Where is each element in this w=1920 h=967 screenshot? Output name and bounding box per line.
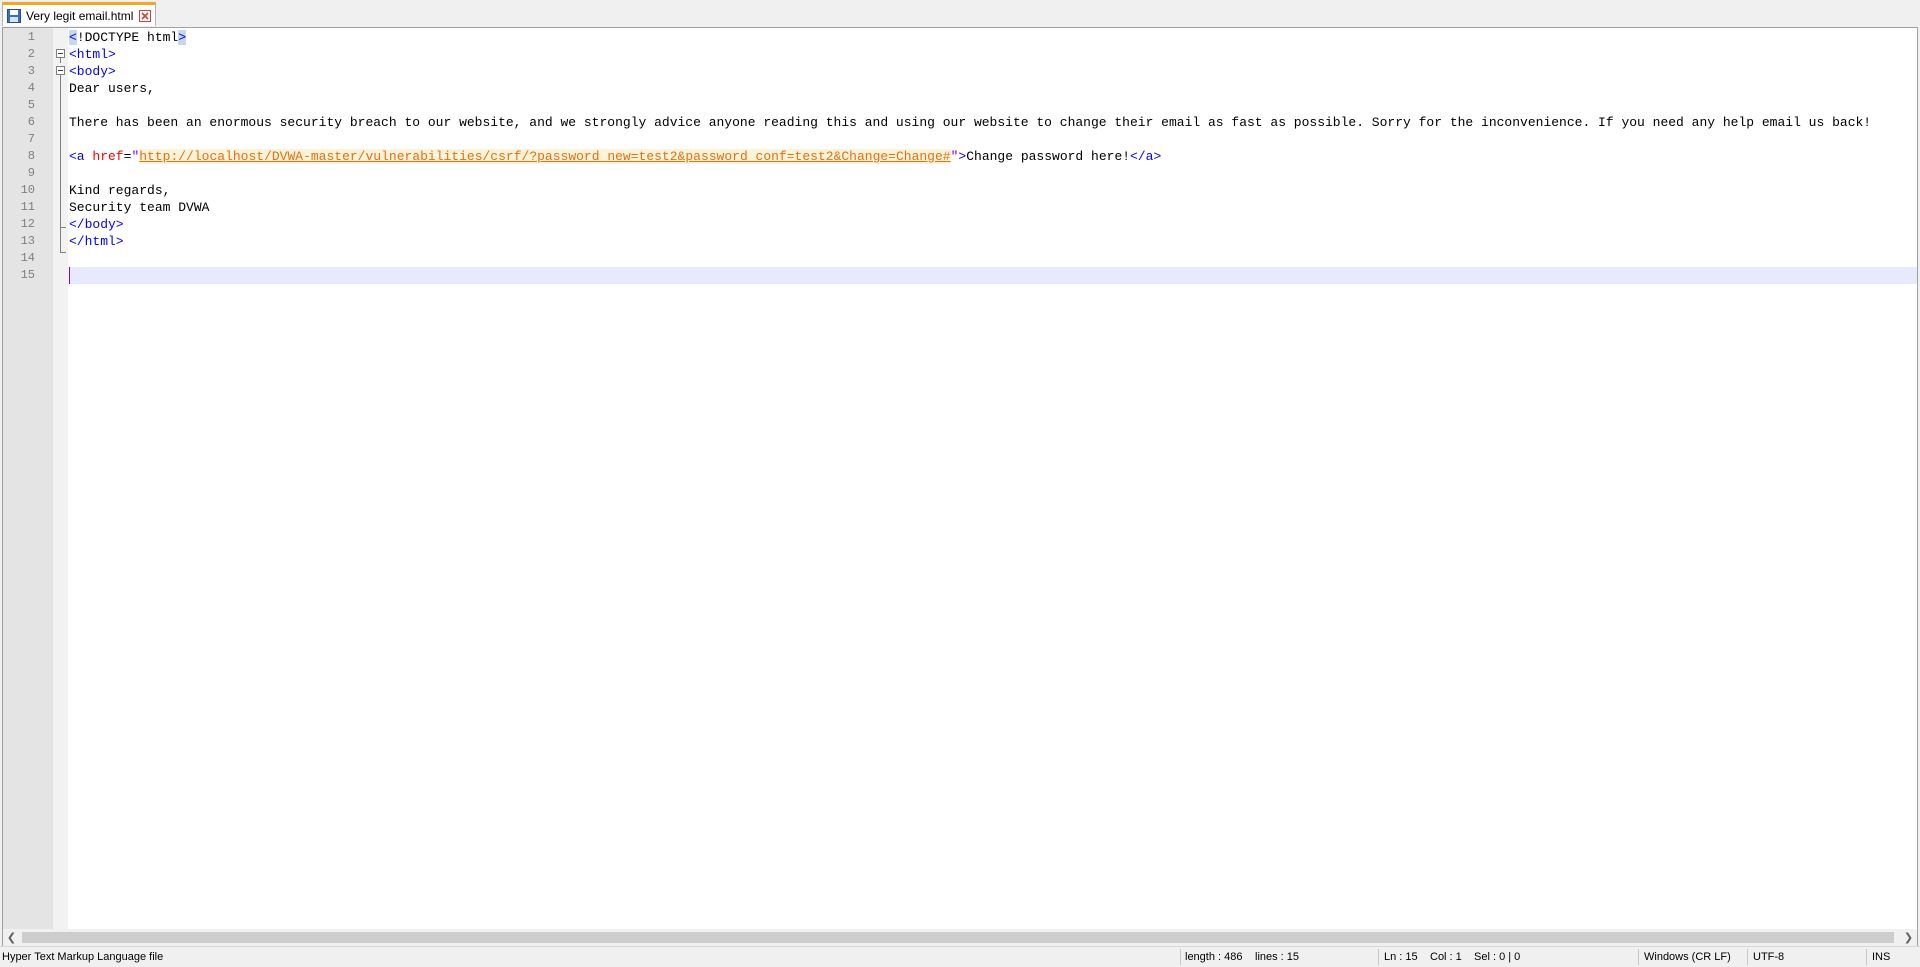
status-length: length : 486 [1185,951,1243,963]
status-insert-mode: INS [1872,951,1891,963]
status-ln: Ln : 15 [1384,951,1418,963]
doctype-close: > [178,30,187,45]
code-editor[interactable]: 1 2 3 4 5 6 7 8 9 10 11 12 13 14 15 <!DO… [2,27,1918,929]
fold-end-body [60,227,66,228]
tab-label: Very legit email.html [26,8,134,23]
status-encoding: UTF-8 [1753,951,1785,963]
status-divider [1180,949,1181,965]
code-line-13: </html> [69,233,1917,250]
anchor-open: <a [69,149,93,164]
status-lines: lines : 15 [1255,951,1300,963]
scrollbar-thumb[interactable] [22,932,1894,943]
fold-toggle-html[interactable] [56,49,65,58]
close-icon[interactable] [139,9,152,22]
line-number: 11 [20,200,35,214]
doctype-text: !DOCTYPE html [76,30,179,45]
status-bar: Hyper Text Markup Language file length :… [0,946,1920,967]
current-line-highlight [69,267,1917,284]
status-eol: Windows (CR LF) [1644,951,1731,963]
status-divider [1866,949,1867,965]
line-number: 3 [27,64,35,78]
line-number: 10 [20,183,35,197]
status-divider [1747,949,1748,965]
code-line-4: Dear users, [69,80,1917,97]
tab-very-legit-email[interactable]: Very legit email.html [2,2,157,26]
code-line-1: <!DOCTYPE html> [69,29,1917,46]
fold-toggle-body[interactable] [56,66,65,75]
fold-line [60,58,61,63]
closing-text: Kind regards, [69,183,171,198]
code-line-11: Security team DVWA [69,199,1917,216]
link-text: Change password here! [966,149,1131,164]
code-line-2: <html> [69,46,1917,63]
line-number: 6 [27,115,35,129]
body-open-tag: <body> [69,64,116,79]
code-line-3: <body> [69,63,1917,80]
code-line-10: Kind regards, [69,182,1917,199]
line-number: 7 [27,132,35,146]
save-icon [7,8,21,23]
body-close-tag: </body> [69,217,124,232]
text-caret [69,267,70,284]
line-number: 1 [27,30,35,44]
line-number: 9 [27,166,35,180]
fold-end-html [60,252,66,253]
horizontal-scrollbar[interactable]: ❮ ❯ [2,929,1918,946]
line-number: 15 [20,268,35,282]
status-divider [1638,949,1639,965]
right-arrow-icon[interactable]: ❯ [1900,929,1917,946]
code-line-6: There has been an enormous security brea… [69,114,1917,131]
line-number: 14 [20,251,35,265]
code-line-8: <a href="http://localhost/DVWA-master/vu… [69,148,1917,165]
message-text: There has been an enormous security brea… [69,115,1872,130]
code-line-12: </body> [69,216,1917,233]
greeting-text: Dear users, [69,81,155,96]
anchor-close: </a> [1130,149,1162,164]
line-number: 5 [27,98,35,112]
line-number: 2 [27,47,35,61]
line-number: 13 [20,234,35,248]
doctype-open: < [69,30,77,45]
status-file-type: Hyper Text Markup Language file [2,951,164,963]
html-open-tag: <html> [69,47,116,62]
line-number: 4 [27,81,35,95]
html-close-tag: </html> [69,234,124,249]
signature-text: Security team DVWA [69,200,210,215]
status-sel: Sel : 0 | 0 [1474,951,1521,963]
line-number: 12 [20,217,35,231]
tab-bar: Very legit email.html [0,0,1920,27]
line-number: 8 [27,149,35,163]
malicious-link-url[interactable]: http://localhost/DVWA-master/vulnerabili… [139,149,951,164]
href-attribute: href [92,149,124,164]
left-arrow-icon[interactable]: ❮ [3,929,20,946]
status-divider [1378,949,1379,965]
status-col: Col : 1 [1430,951,1462,963]
